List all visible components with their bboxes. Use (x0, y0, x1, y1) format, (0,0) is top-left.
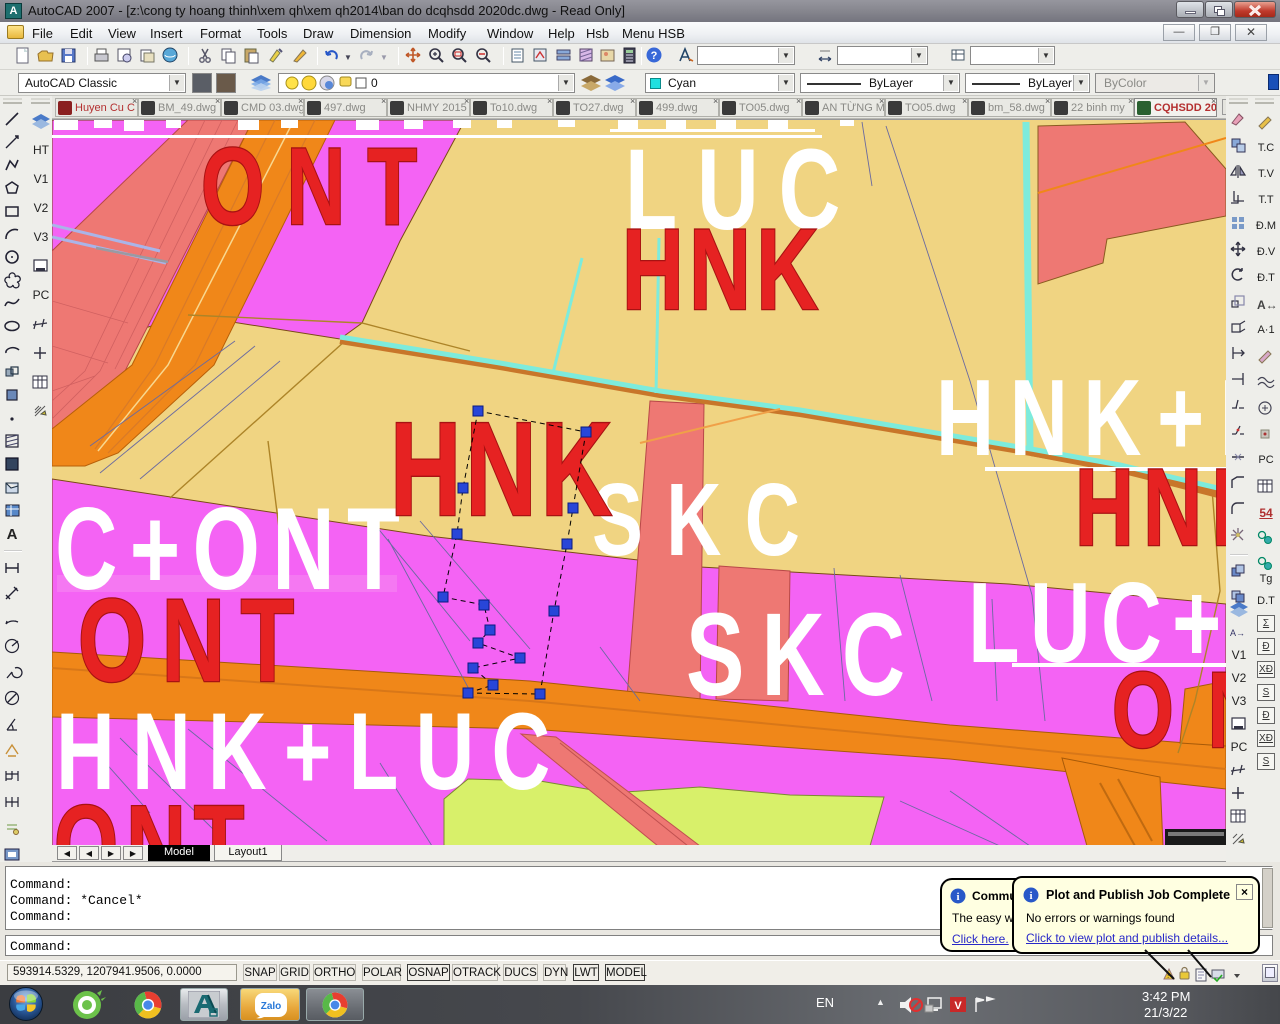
svg-text:ONT: ONT (54, 782, 244, 846)
svg-text:Zalo: Zalo (261, 1001, 282, 1012)
svg-text:HNK: HNK (622, 204, 818, 334)
svg-text:A: A (7, 526, 18, 543)
svg-text:ONT: ONT (1112, 652, 1226, 771)
svg-text:V: V (954, 1000, 962, 1012)
svg-text:i: i (956, 891, 959, 903)
svg-text:ONT: ONT (201, 124, 417, 248)
svg-text:A↔: A↔ (1257, 298, 1276, 312)
svg-text:i: i (1029, 890, 1032, 902)
svg-text:SKC: SKC (592, 463, 800, 578)
svg-text:ONT: ONT (78, 575, 294, 707)
svg-text:HNK: HNK (390, 394, 612, 543)
svg-text:A→: A→ (1230, 628, 1245, 638)
svg-text:SKC: SKC (686, 589, 905, 721)
svg-text:?: ? (651, 50, 658, 62)
